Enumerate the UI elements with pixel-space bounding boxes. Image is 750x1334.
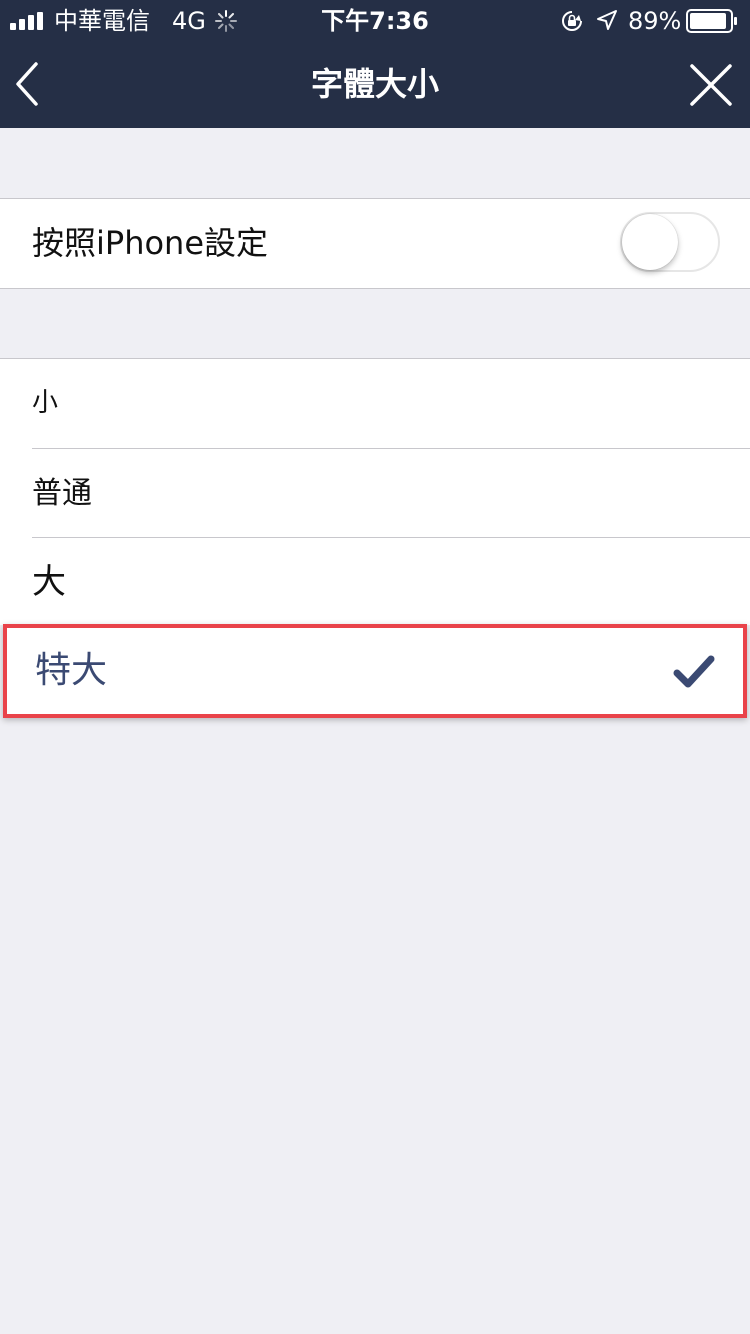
font-size-option-label: 小	[32, 388, 59, 418]
font-size-option-label: 特大	[35, 650, 108, 691]
checkmark-icon	[673, 655, 715, 688]
follow-iphone-label: 按照iPhone設定	[32, 224, 269, 262]
battery-icon	[686, 9, 737, 33]
close-icon[interactable]	[686, 60, 736, 110]
font-size-option-label: 普通	[32, 476, 92, 511]
follow-iphone-row: 按照iPhone設定	[0, 199, 750, 288]
nav-bar: 字體大小	[0, 40, 750, 128]
font-size-list: 小 普通 大	[0, 358, 750, 625]
location-arrow-icon	[597, 10, 617, 30]
font-size-option-extra-large[interactable]: 特大	[3, 624, 747, 718]
font-size-option-small[interactable]: 小	[0, 359, 750, 448]
font-size-option-label: 大	[32, 562, 66, 602]
battery-percent: 89%	[628, 7, 682, 35]
rotation-lock-icon	[562, 11, 582, 31]
toggle-knob	[622, 214, 678, 270]
status-bar: 中華電信 4G 下午7:36 89%	[0, 0, 750, 40]
font-size-option-large[interactable]: 大	[32, 537, 750, 626]
follow-iphone-group: 按照iPhone設定	[0, 198, 750, 289]
follow-iphone-toggle[interactable]	[620, 212, 720, 272]
page-title: 字體大小	[310, 65, 439, 103]
font-size-option-normal[interactable]: 普通	[32, 448, 750, 537]
